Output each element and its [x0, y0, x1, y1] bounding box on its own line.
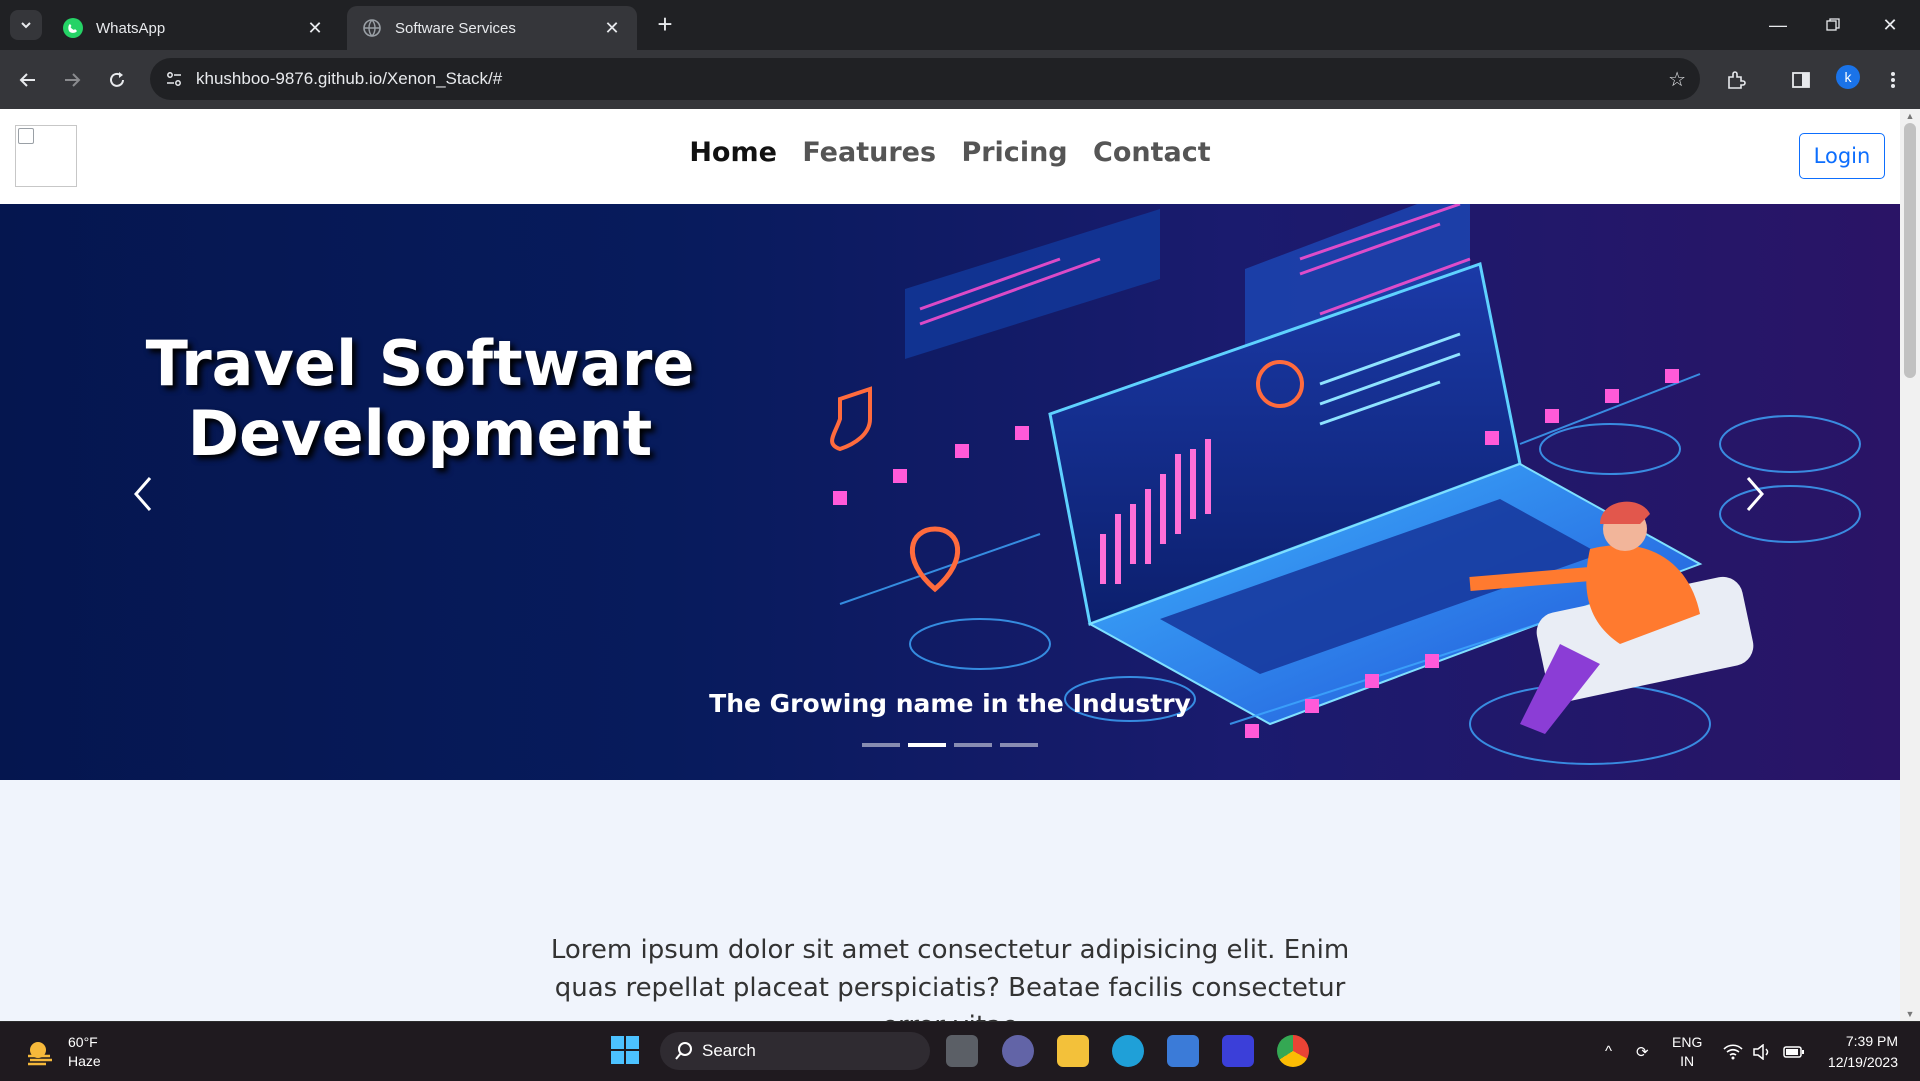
show-hidden-icons-icon[interactable]: ^ [1605, 1022, 1612, 1081]
browser-tab-strip: WhatsApp ✕ Software Services ✕ + — ✕ [0, 0, 1920, 50]
page-scrollbar[interactable]: ▲ ▼ [1900, 109, 1920, 1021]
url-text[interactable]: khushboo-9876.github.io/Xenon_Stack/# [196, 69, 502, 89]
restore-icon[interactable] [1805, 0, 1861, 50]
browser-toolbar: khushboo-9876.github.io/Xenon_Stack/# ☆ … [0, 50, 1920, 109]
address-bar[interactable]: khushboo-9876.github.io/Xenon_Stack/# ☆ [150, 58, 1700, 100]
battery-icon[interactable] [1783, 1022, 1805, 1081]
carousel-indicators [862, 743, 1038, 747]
whatsapp-icon [62, 17, 84, 39]
windows-start-icon[interactable] [610, 1035, 640, 1065]
taskbar-search-box[interactable]: Search [660, 1032, 930, 1070]
language-indicator[interactable]: ENG IN [1672, 1022, 1702, 1081]
scroll-up-icon[interactable]: ▲ [1905, 111, 1915, 121]
carousel-indicator[interactable] [1000, 743, 1038, 747]
language-code: ENG [1672, 1033, 1703, 1050]
carousel-indicator-active[interactable] [908, 743, 946, 747]
chevron-left-icon [134, 477, 152, 511]
site-navbar: Home Features Pricing Contact Login [0, 109, 1900, 205]
task-view-icon[interactable] [946, 1035, 978, 1067]
more-menu-icon[interactable] [1878, 65, 1908, 95]
hero-heading-line-1: Travel Software [145, 327, 695, 400]
side-panel-icon[interactable] [1786, 65, 1816, 95]
close-window-icon[interactable]: ✕ [1862, 0, 1918, 50]
back-button[interactable] [10, 62, 46, 98]
arrow-right-icon [65, 73, 81, 87]
clock-date: 12/19/2023 [1827, 1054, 1898, 1070]
weather-temperature: 60°F [68, 1034, 98, 1050]
chevron-down-icon [21, 22, 31, 29]
tab-title: Software Services [395, 19, 516, 37]
nav-link-features[interactable]: Features [802, 137, 936, 168]
tab-software-services[interactable]: Software Services ✕ [347, 6, 637, 50]
intro-paragraph: Lorem ipsum dolor sit amet consectetur a… [550, 935, 1350, 1021]
weather-widget[interactable]: 60°F Haze [24, 1033, 101, 1071]
region-code: IN [1680, 1052, 1695, 1069]
system-clock[interactable]: 7:39 PM 12/19/2023 [1820, 1031, 1898, 1073]
edge-browser-icon[interactable] [1112, 1035, 1144, 1067]
taskbar-search-label: Search [702, 1041, 756, 1060]
tab-title: WhatsApp [96, 19, 166, 37]
carousel-next-button[interactable] [1740, 474, 1770, 514]
page-viewport: Home Features Pricing Contact Login Trav… [0, 109, 1920, 1021]
weather-description: Haze [68, 1053, 101, 1069]
arrow-left-icon [19, 73, 35, 87]
windows-taskbar: 60°F Haze Search ^ ⟳ ENG IN 7:39 PM 12/1… [0, 1021, 1920, 1081]
forward-button[interactable] [54, 62, 90, 98]
tab-close-icon[interactable]: ✕ [304, 18, 326, 39]
chrome-browser-icon[interactable] [1277, 1035, 1309, 1067]
reload-icon [110, 72, 124, 87]
hero-heading-line-2: Development [187, 397, 653, 470]
tab-whatsapp[interactable]: WhatsApp ✕ [48, 6, 340, 50]
new-tab-button[interactable]: + [650, 10, 680, 40]
carousel-indicator[interactable] [954, 743, 992, 747]
nav-link-home[interactable]: Home [689, 137, 777, 168]
minimize-icon[interactable]: — [1750, 0, 1806, 50]
hero-heading: Travel Software Development [70, 329, 770, 469]
volume-icon[interactable] [1752, 1022, 1772, 1081]
globe-icon [361, 17, 383, 39]
microsoft-store-icon[interactable] [1167, 1035, 1199, 1067]
scrollbar-thumb[interactable] [1904, 123, 1916, 378]
carousel-caption: The Growing name in the Industry [709, 689, 1191, 718]
nav-link-contact[interactable]: Contact [1093, 137, 1211, 168]
hero-carousel: Travel Software Development The Growing … [0, 204, 1900, 780]
sync-icon[interactable]: ⟳ [1636, 1022, 1649, 1081]
reload-button[interactable] [99, 62, 135, 98]
chevron-right-icon [1746, 477, 1764, 511]
carousel-prev-button[interactable] [128, 474, 158, 514]
nav-links: Home Features Pricing Contact [0, 137, 1900, 168]
haze-weather-icon [28, 1042, 52, 1066]
search-icon [675, 1042, 692, 1060]
profile-avatar[interactable]: k [1836, 65, 1860, 89]
nav-link-pricing[interactable]: Pricing [961, 137, 1067, 168]
teams-chat-icon[interactable] [1002, 1035, 1034, 1067]
file-explorer-icon[interactable] [1057, 1035, 1089, 1067]
clock-time: 7:39 PM [1845, 1033, 1898, 1049]
tab-search-button[interactable] [10, 10, 42, 40]
bookmark-star-icon[interactable]: ☆ [1668, 67, 1686, 92]
carousel-indicator[interactable] [862, 743, 900, 747]
tab-close-icon[interactable]: ✕ [601, 18, 623, 39]
scroll-down-icon[interactable]: ▼ [1905, 1009, 1915, 1019]
editor-app-icon[interactable] [1222, 1035, 1254, 1067]
site-info-icon[interactable] [160, 65, 188, 93]
extensions-icon[interactable] [1721, 65, 1751, 95]
wifi-icon[interactable] [1723, 1022, 1743, 1081]
login-button[interactable]: Login [1799, 133, 1885, 179]
